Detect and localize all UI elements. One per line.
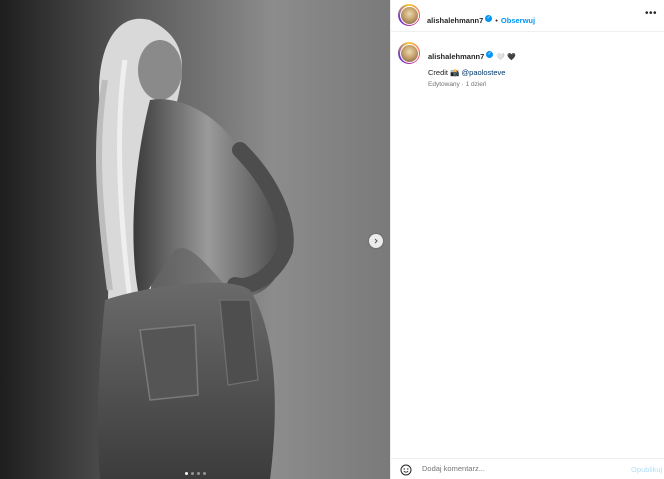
more-options-button[interactable]: ••• [645, 9, 657, 19]
caption-emojis: 🤍 🖤 [496, 54, 516, 61]
avatar[interactable] [398, 4, 420, 26]
mention-link[interactable]: @paolosteve [462, 68, 506, 77]
caption-avatar[interactable] [398, 42, 420, 64]
comment-input[interactable] [422, 464, 612, 473]
avatar-image [400, 6, 418, 24]
carousel-dot [184, 472, 188, 475]
avatar-image [400, 44, 418, 62]
verified-badge-icon: ✓ [486, 51, 494, 59]
carousel-dot [202, 472, 206, 475]
comment-bar: Opublikuj [391, 458, 664, 479]
post-meta: Edytowany · 1 dzień [428, 81, 487, 88]
carousel-indicator [0, 472, 390, 476]
emoji-icon[interactable] [400, 464, 412, 476]
carousel-dot [196, 472, 200, 475]
publish-button[interactable]: Opublikuj [631, 465, 664, 474]
carousel-dot [190, 472, 194, 475]
post-header: alishalehmann7 ✓ • Obserwuj ••• [391, 0, 664, 32]
post-media[interactable] [0, 0, 390, 479]
credit-label: Credit [428, 68, 449, 77]
post-photo [0, 0, 390, 479]
header-separator: • [495, 16, 498, 25]
post-side-panel: alishalehmann7 ✓ • Obserwuj ••• alishalehma… [390, 0, 664, 479]
caption-text: Credit 📸 @paolosteve [428, 68, 505, 77]
chevron-right-icon [374, 238, 378, 244]
camera-emoji: 📸 [450, 68, 460, 77]
next-image-button[interactable] [369, 234, 383, 248]
verified-badge-icon: ✓ [485, 15, 493, 23]
caption-username[interactable]: alishalehmann7 [428, 52, 484, 61]
follow-button[interactable]: Obserwuj [501, 16, 535, 25]
header-username[interactable]: alishalehmann7 [427, 16, 483, 25]
